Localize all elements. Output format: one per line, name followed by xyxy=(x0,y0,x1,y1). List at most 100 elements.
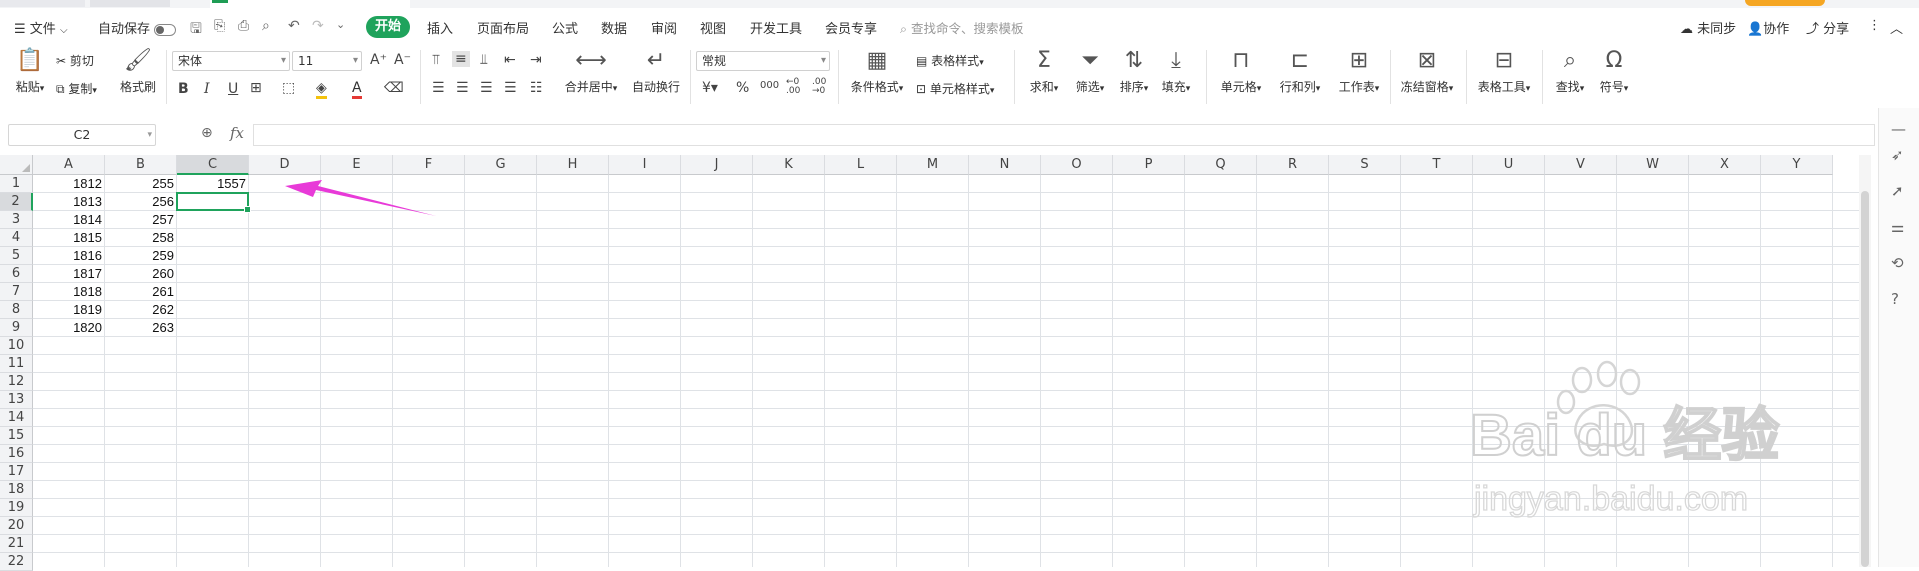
cell-B7[interactable]: 261 xyxy=(105,283,177,301)
formula-input[interactable] xyxy=(253,124,1875,146)
format-painter-button[interactable]: 🖌 格式刷 xyxy=(118,48,158,95)
column-header[interactable]: S xyxy=(1329,155,1401,175)
row-header[interactable]: 2 xyxy=(0,193,33,211)
column-header[interactable]: W xyxy=(1617,155,1689,175)
member-badge[interactable] xyxy=(1745,0,1825,6)
vertical-scrollbar[interactable] xyxy=(1859,155,1871,567)
number-format-select[interactable]: 常规 xyxy=(696,51,830,71)
more-quick-icon[interactable]: ⌄ xyxy=(336,18,345,31)
bold-icon[interactable]: B xyxy=(178,81,189,97)
justify-icon[interactable]: ☰ xyxy=(504,80,517,96)
more-icon[interactable]: ⋮ xyxy=(1868,18,1881,33)
row-header[interactable]: 5 xyxy=(0,247,33,265)
sliders-icon[interactable]: ⚌ xyxy=(1891,218,1904,236)
column-header[interactable]: T xyxy=(1401,155,1473,175)
row-header[interactable]: 17 xyxy=(0,463,33,481)
share-button[interactable]: ⤴ 分享 xyxy=(1806,18,1849,37)
tab-developer[interactable]: 开发工具 xyxy=(750,18,802,37)
row-header[interactable]: 1 xyxy=(0,175,33,193)
file-menu[interactable]: ☰ 文件 ⌵ xyxy=(14,18,68,37)
collab-button[interactable]: 👤协作 xyxy=(1747,18,1789,37)
row-header[interactable]: 11 xyxy=(0,355,33,373)
cell-B3[interactable]: 257 xyxy=(105,211,177,229)
window-tab[interactable] xyxy=(0,0,85,7)
row-header[interactable]: 12 xyxy=(0,373,33,391)
align-center-icon[interactable]: ☰ xyxy=(456,80,469,96)
row-header[interactable]: 21 xyxy=(0,535,33,553)
name-box[interactable]: C2 xyxy=(8,124,156,146)
rocket-icon[interactable]: ➶ xyxy=(1891,146,1904,164)
freeze-panes-button[interactable]: ⊠ 冻结窗格▾ xyxy=(1396,48,1458,95)
percent-icon[interactable]: % xyxy=(736,80,749,96)
conditional-format-button[interactable]: ▦ 条件格式▾ xyxy=(846,48,908,95)
toggle-switch-icon[interactable] xyxy=(154,23,177,36)
print-preview-icon[interactable]: ⌕ xyxy=(262,18,270,34)
filter-button[interactable]: ⏷ 筛选▾ xyxy=(1070,48,1110,95)
cell-B2[interactable]: 256 xyxy=(105,193,177,211)
window-tab-active[interactable] xyxy=(210,0,410,8)
italic-icon[interactable]: I xyxy=(204,81,210,97)
cell-A9[interactable]: 1820 xyxy=(33,319,105,337)
decrease-decimal-icon[interactable]: .00 →0 xyxy=(812,78,826,96)
backup-icon[interactable]: ⟲ xyxy=(1891,254,1904,272)
currency-icon[interactable]: ¥▾ xyxy=(702,80,718,96)
distribute-icon[interactable]: ☷ xyxy=(530,80,543,96)
undo-icon[interactable]: ↶ xyxy=(288,18,300,34)
cell-A1[interactable]: 1812 xyxy=(33,175,105,193)
sheet-button[interactable]: ⊞ 工作表▾ xyxy=(1334,48,1384,95)
column-header[interactable]: Q xyxy=(1185,155,1257,175)
increase-decimal-icon[interactable]: ←0.00 xyxy=(786,78,800,96)
row-header[interactable]: 10 xyxy=(0,337,33,355)
align-right-icon[interactable]: ☰ xyxy=(480,80,493,96)
minimize-panel-icon[interactable]: — xyxy=(1891,120,1906,138)
row-header[interactable]: 22 xyxy=(0,553,33,571)
row-col-button[interactable]: ⊏ 行和列▾ xyxy=(1274,48,1326,95)
column-header[interactable]: N xyxy=(969,155,1041,175)
column-header[interactable]: K xyxy=(753,155,825,175)
fill-style-icon[interactable]: ⬚ xyxy=(282,80,295,96)
command-search[interactable]: ⌕ 查找命令、搜索模板 xyxy=(900,18,1024,37)
cell-C1[interactable]: 1557 xyxy=(177,175,249,193)
column-header[interactable]: U xyxy=(1473,155,1545,175)
column-header[interactable]: R xyxy=(1257,155,1329,175)
wrap-text-button[interactable]: ↵ 自动换行 xyxy=(630,48,682,95)
sum-button[interactable]: Σ 求和▾ xyxy=(1026,48,1062,95)
collapse-ribbon-icon[interactable]: ︿ xyxy=(1890,18,1903,37)
export-icon[interactable]: ⎘ xyxy=(214,18,225,34)
column-header[interactable]: G xyxy=(465,155,537,175)
align-middle-icon[interactable]: ≡ xyxy=(452,51,470,67)
column-header[interactable]: I xyxy=(609,155,681,175)
cell-B6[interactable]: 260 xyxy=(105,265,177,283)
sync-status[interactable]: ☁ 未同步 xyxy=(1680,18,1736,37)
tab-insert[interactable]: 插入 xyxy=(427,18,453,37)
paste-button[interactable]: 📋 粘贴▾ xyxy=(12,48,48,95)
fx-icon[interactable]: fx xyxy=(230,124,244,142)
print-icon[interactable]: ⎙ xyxy=(238,18,249,34)
column-header[interactable]: F xyxy=(393,155,465,175)
eraser-icon[interactable]: ⌫ xyxy=(384,80,404,96)
row-header[interactable]: 18 xyxy=(0,481,33,499)
tab-home[interactable]: 开始 xyxy=(366,16,410,38)
scroll-thumb[interactable] xyxy=(1861,191,1869,567)
copy-button[interactable]: ⧉ 复制▾ xyxy=(56,80,97,97)
indent-increase-icon[interactable]: ⇥ xyxy=(530,52,542,68)
font-name-select[interactable]: 宋体 xyxy=(172,51,290,71)
table-style-button[interactable]: ▤ 表格样式▾ xyxy=(916,52,984,69)
selected-cell-outline[interactable] xyxy=(176,192,251,213)
cursor-icon[interactable]: ➚ xyxy=(1891,182,1904,200)
increase-font-icon[interactable]: A⁺ xyxy=(370,52,387,68)
save-icon[interactable]: 🖫 xyxy=(190,18,202,42)
tab-formula[interactable]: 公式 xyxy=(552,18,578,37)
align-left-icon[interactable]: ☰ xyxy=(432,80,445,96)
cell-A5[interactable]: 1816 xyxy=(33,247,105,265)
row-header[interactable]: 4 xyxy=(0,229,33,247)
column-header[interactable]: J xyxy=(681,155,753,175)
border-icon[interactable]: ⊞ xyxy=(250,80,262,96)
font-size-select[interactable]: 11 xyxy=(292,51,362,71)
redo-icon[interactable]: ↷ xyxy=(312,18,324,34)
column-header[interactable]: O xyxy=(1041,155,1113,175)
fill-button[interactable]: ⤓ 填充▾ xyxy=(1158,48,1194,95)
column-header[interactable]: L xyxy=(825,155,897,175)
column-header[interactable]: E xyxy=(321,155,393,175)
cell-A4[interactable]: 1815 xyxy=(33,229,105,247)
